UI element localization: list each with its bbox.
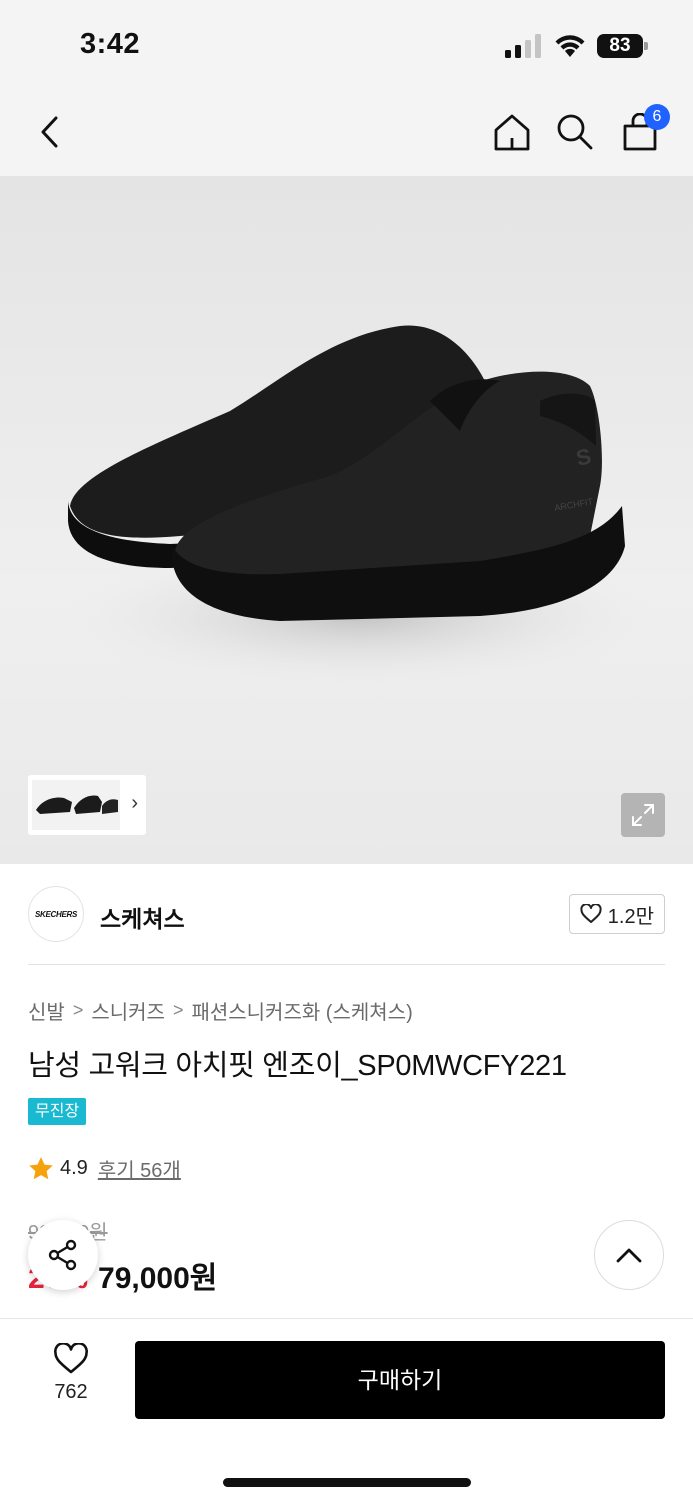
brand-logo[interactable]: SKECHERS [28,886,84,942]
share-button[interactable] [28,1220,98,1290]
chevron-up-icon [616,1248,642,1263]
brand-like-count: 1.2만 [607,905,654,928]
product-tag: 무진장 [28,1098,87,1125]
wifi-icon [555,35,585,57]
product-title: 남성 고워크 아치핏 엔조이_SP0MWCFY221 [28,1050,567,1082]
brand-name[interactable]: 스케쳐스 [100,900,185,934]
chevron-right-icon: › [131,792,138,814]
cart-count-badge: 6 [644,104,670,130]
back-button[interactable] [26,108,74,156]
thumbnail-image [32,780,120,830]
brand-logo-text: SKECHERS [34,909,78,919]
cellular-signal-icon [505,34,541,58]
status-bar: 3:42 83 [0,0,693,88]
sale-price: 79,000원 [98,1262,218,1295]
battery-indicator: 83 [597,34,649,58]
expand-image-button[interactable] [621,793,665,837]
battery-tip [644,42,648,50]
chevron-left-icon [41,116,58,148]
scroll-to-top-button[interactable] [594,1220,664,1290]
star-icon [29,1157,53,1180]
product-photo: S ARCHFIT [60,325,660,686]
home-icon [494,114,530,151]
breadcrumb-item[interactable]: 스니커즈 [91,996,165,1025]
search-icon [557,114,593,150]
expand-icon [632,804,654,826]
home-button[interactable] [488,108,536,156]
heart-outline-icon [580,904,602,923]
brand-row[interactable]: SKECHERS 스케쳐스 1.2만 [28,886,665,942]
battery-level: 83 [597,34,643,58]
thumbnail-strip[interactable]: › [28,775,146,835]
cart-button[interactable]: 6 [616,104,670,156]
breadcrumb-separator: > [172,1000,184,1020]
breadcrumb: 신발 > 스니커즈 > 패션스니커즈화 (스케쳐스) [28,996,413,1025]
wishlist-count: 762 [54,1381,88,1403]
breadcrumb-item[interactable]: 신발 [28,996,65,1025]
product-image-gallery[interactable]: S ARCHFIT › [0,176,693,864]
rating-row: 4.9 후기 56개 [28,1154,181,1183]
review-link[interactable]: 후기 56개 [98,1154,181,1183]
search-button[interactable] [551,108,599,156]
breadcrumb-separator: > [72,1000,84,1020]
status-time: 3:42 [80,28,141,60]
heart-outline-icon [54,1343,88,1374]
bottom-action-bar: 762 구매하기 [0,1318,693,1500]
wishlist-button[interactable]: 762 [30,1343,112,1423]
top-nav-bar: 6 [0,88,693,176]
brand-like-button[interactable]: 1.2만 [568,894,665,934]
breadcrumb-item[interactable]: 패션스니커즈화 (스케쳐스) [191,996,412,1025]
share-icon [48,1239,77,1271]
buy-button[interactable]: 구매하기 [135,1341,665,1419]
home-indicator [223,1478,471,1487]
divider [28,964,665,965]
rating-score: 4.9 [60,1157,88,1179]
